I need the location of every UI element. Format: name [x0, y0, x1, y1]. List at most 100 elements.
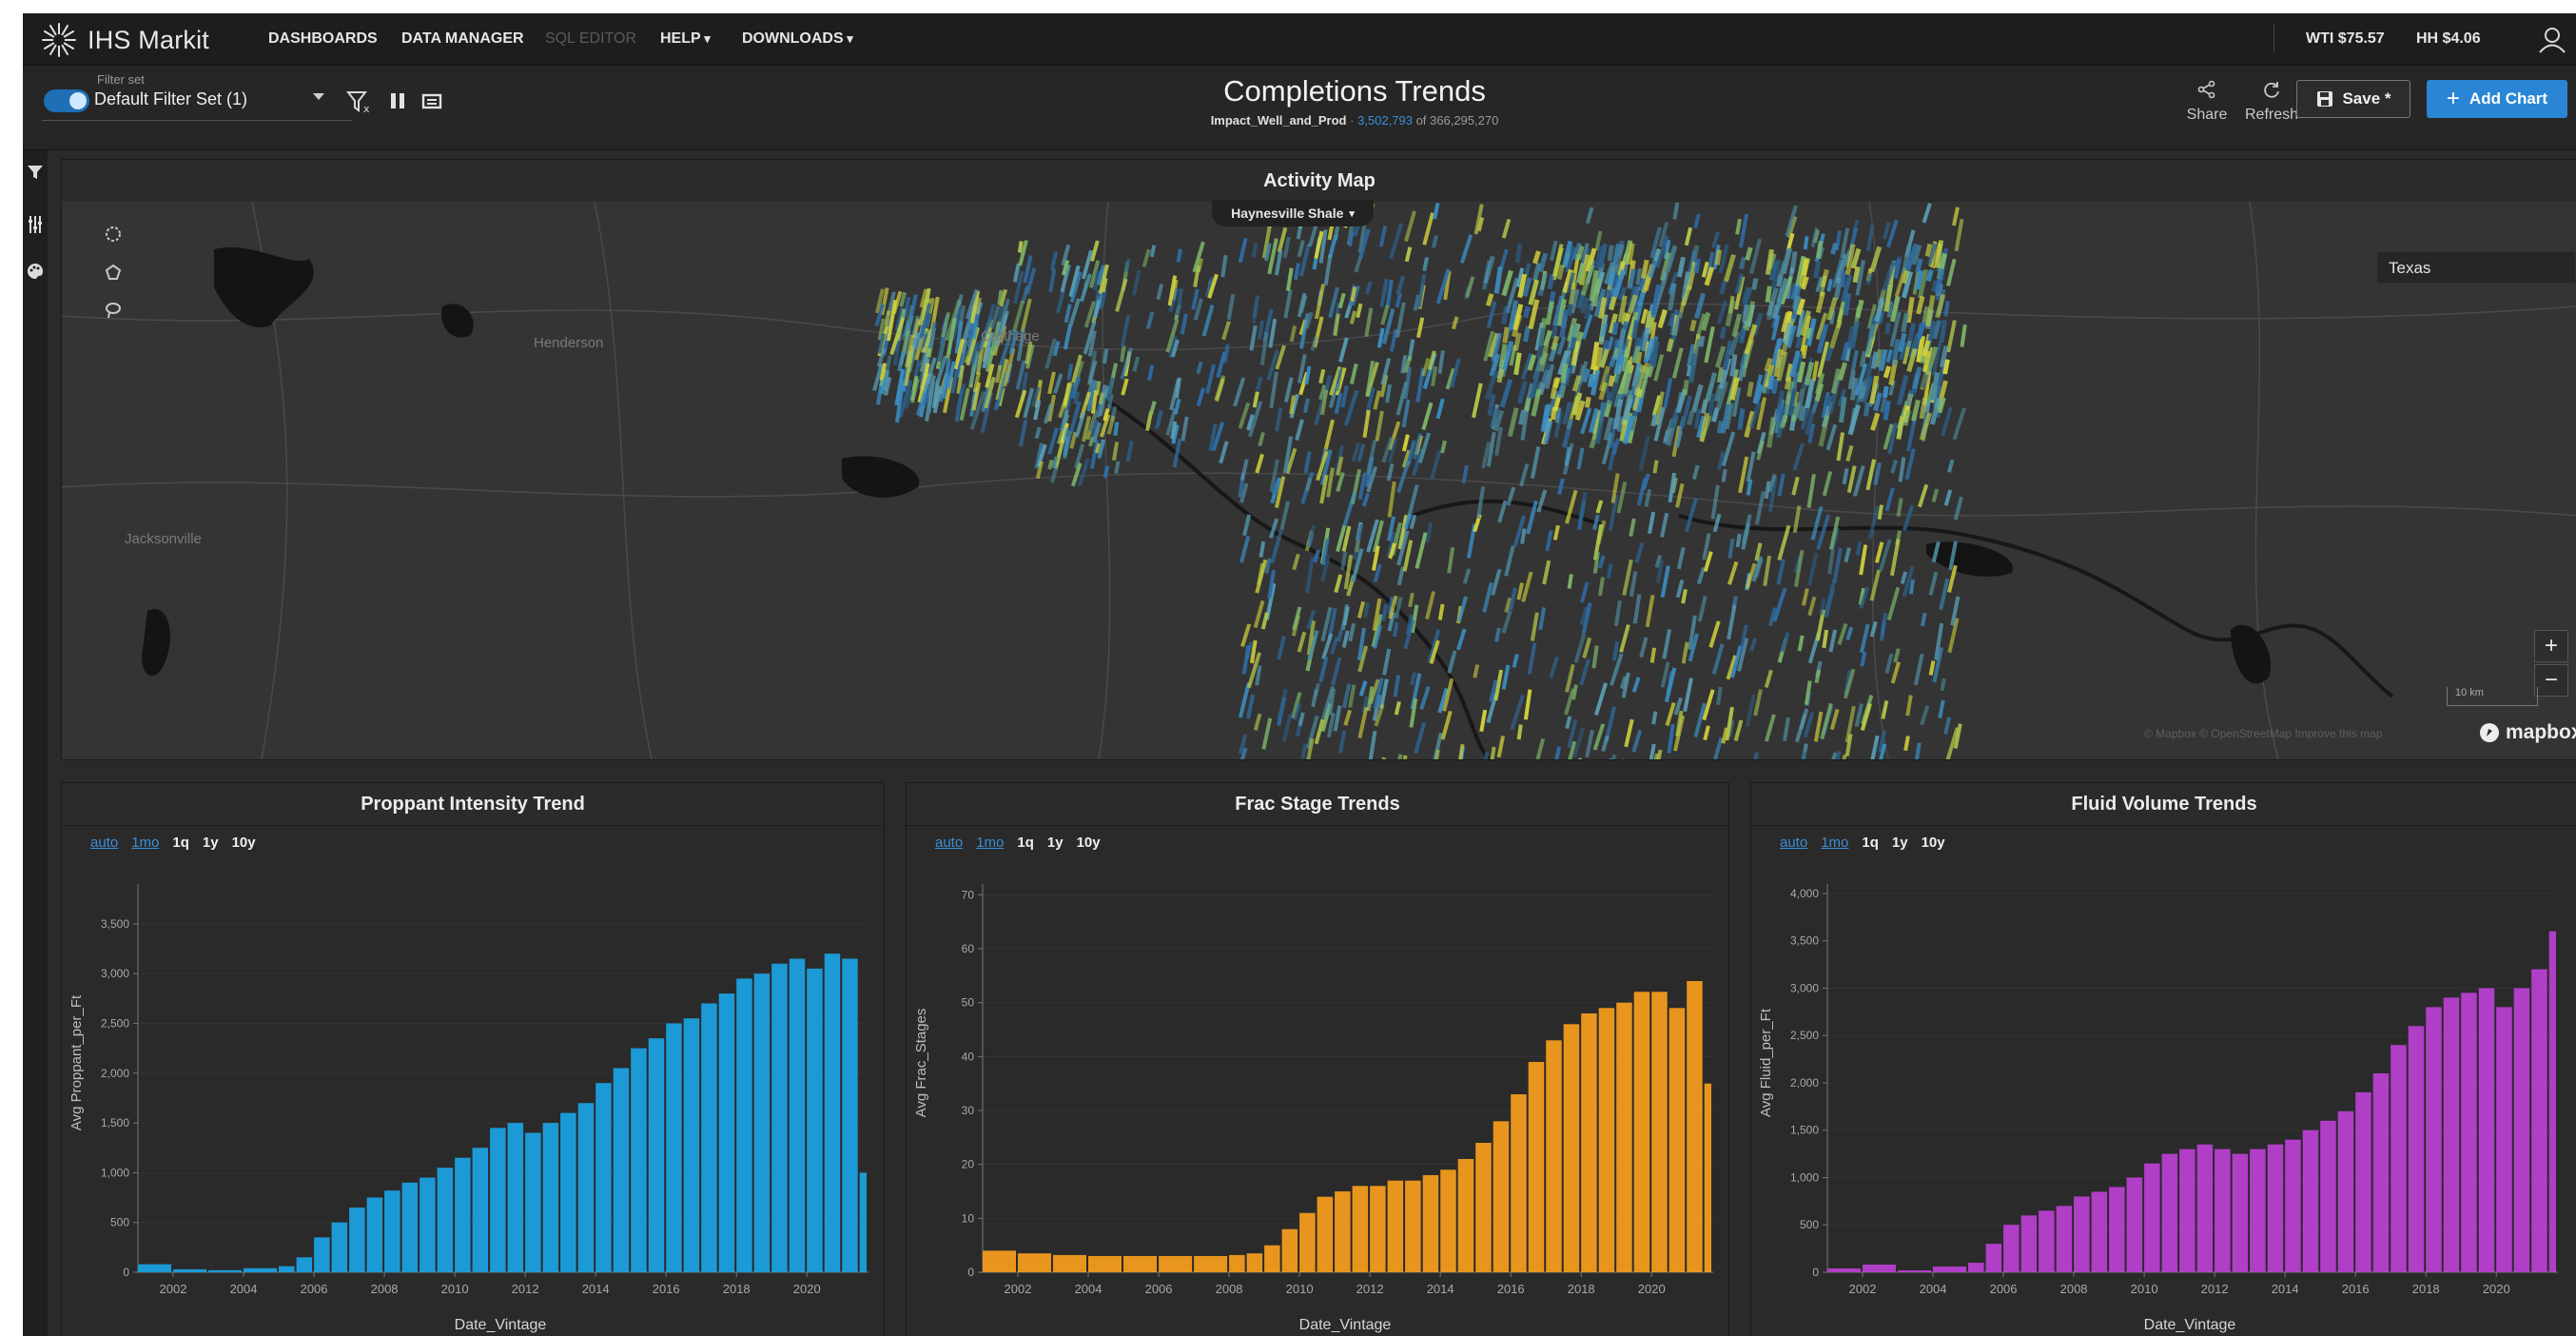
proppant-bar[interactable] — [718, 993, 735, 1272]
mapbox-logo[interactable]: mapbox — [2479, 721, 2576, 744]
frac-bar-chart[interactable]: Avg Frac_Stages Date_Vintage 0 10 20 30 40 50… — [907, 825, 1728, 1336]
fluid-bar[interactable] — [2267, 1144, 2284, 1272]
fluid-bar[interactable] — [1863, 1265, 1896, 1272]
frac-bar[interactable] — [1264, 1245, 1280, 1272]
fluid-bar-chart[interactable]: Avg Fluid_per_Ft Date_Vintage 0 500 1,000 1… — [1751, 825, 2573, 1336]
fluid-bar[interactable] — [2196, 1144, 2214, 1272]
proppant-bar[interactable] — [314, 1237, 330, 1272]
activity-map[interactable] — [62, 202, 2576, 759]
fluid-bar[interactable] — [2056, 1206, 2073, 1272]
fluid-bar[interactable] — [2372, 1073, 2390, 1272]
frac-bar[interactable] — [1563, 1024, 1580, 1272]
frac-bar[interactable] — [1281, 1228, 1298, 1272]
fluid-bar[interactable] — [2531, 969, 2547, 1272]
proppant-bar[interactable] — [560, 1112, 576, 1272]
fluid-bar[interactable] — [2426, 1007, 2442, 1272]
fluid-bar[interactable] — [2461, 992, 2477, 1272]
frac-bar[interactable] — [1088, 1256, 1122, 1272]
fluid-bar[interactable] — [2302, 1130, 2319, 1272]
share-button[interactable]: Share — [2178, 80, 2235, 124]
frac-bar[interactable] — [1299, 1212, 1316, 1272]
sliders-icon[interactable] — [26, 215, 45, 234]
fluid-bar[interactable] — [2391, 1045, 2407, 1272]
filter-icon[interactable] — [26, 164, 45, 183]
proppant-bar[interactable] — [683, 1018, 700, 1272]
proppant-bar[interactable] — [420, 1177, 436, 1272]
user-account-icon[interactable] — [2538, 27, 2566, 58]
nav-data-manager[interactable]: DATA MANAGER — [401, 13, 524, 65]
fluid-bar[interactable] — [2109, 1187, 2125, 1272]
proppant-bar[interactable] — [542, 1123, 559, 1272]
frac-bar[interactable] — [1422, 1175, 1439, 1272]
fluid-bar[interactable] — [2285, 1139, 2301, 1272]
proppant-bar[interactable] — [244, 1267, 277, 1272]
frac-bar[interactable] — [1616, 1002, 1632, 1272]
filter-set-toggle[interactable] — [44, 89, 89, 112]
clear-filter-icon[interactable]: x — [345, 89, 373, 120]
fluid-bar[interactable] — [2232, 1153, 2249, 1272]
proppant-bar[interactable] — [138, 1264, 171, 1272]
proppant-bar[interactable] — [366, 1197, 383, 1273]
proppant-bar[interactable] — [331, 1222, 348, 1272]
proppant-bar[interactable] — [208, 1269, 242, 1272]
frac-bar[interactable] — [1370, 1186, 1386, 1272]
frac-bar[interactable] — [1704, 1083, 1711, 1272]
dataset-name[interactable]: Impact_Well_and_Prod — [1211, 113, 1347, 128]
proppant-bar[interactable] — [807, 968, 823, 1272]
polygon-draw-icon[interactable] — [103, 263, 124, 284]
add-chart-button[interactable]: + Add Chart — [2427, 80, 2567, 118]
map-location-search[interactable]: Texas — [2376, 251, 2576, 284]
proppant-bar[interactable] — [401, 1182, 419, 1272]
frac-bar[interactable] — [1053, 1254, 1086, 1272]
frac-bar[interactable] — [1493, 1121, 1510, 1272]
frac-bar[interactable] — [1405, 1180, 1421, 1272]
proppant-bar[interactable] — [789, 958, 806, 1273]
fluid-bar[interactable] — [2126, 1177, 2143, 1273]
fluid-bar[interactable] — [2478, 988, 2495, 1273]
proppant-bar[interactable] — [472, 1148, 489, 1272]
nav-help-menu[interactable]: HELP — [660, 13, 711, 65]
frac-bar[interactable] — [1457, 1159, 1474, 1272]
comment-icon[interactable] — [420, 89, 443, 118]
chevron-down-icon[interactable] — [313, 93, 324, 100]
proppant-bar[interactable] — [296, 1257, 313, 1272]
proppant-bar[interactable] — [824, 953, 841, 1272]
fluid-bar[interactable] — [2320, 1120, 2336, 1272]
frac-bar[interactable] — [1335, 1191, 1351, 1272]
fluid-bar[interactable] — [2179, 1149, 2195, 1272]
proppant-bar[interactable] — [577, 1103, 595, 1272]
save-button[interactable]: Save * — [2296, 80, 2410, 118]
fluid-bar[interactable] — [2020, 1215, 2038, 1272]
circle-draw-icon[interactable] — [103, 225, 124, 246]
frac-bar[interactable] — [1123, 1256, 1157, 1272]
frac-bar[interactable] — [983, 1250, 1016, 1272]
proppant-bar[interactable] — [631, 1048, 647, 1272]
proppant-bar[interactable] — [613, 1068, 630, 1273]
frac-bar[interactable] — [1440, 1169, 1456, 1272]
frac-bar[interactable] — [1546, 1040, 1562, 1272]
proppant-bar[interactable] — [648, 1038, 665, 1272]
fluid-bar[interactable] — [2039, 1210, 2055, 1272]
pause-icon[interactable] — [388, 89, 407, 118]
nav-downloads-menu[interactable]: DOWNLOADS — [742, 13, 853, 65]
proppant-bar[interactable] — [753, 973, 771, 1272]
fluid-bar[interactable] — [2003, 1225, 2020, 1272]
fluid-bar[interactable] — [1933, 1267, 1966, 1272]
proppant-bar[interactable] — [349, 1208, 365, 1272]
proppant-bar[interactable] — [525, 1132, 541, 1273]
nav-sql-editor[interactable]: SQL EDITOR — [545, 13, 636, 65]
proppant-bar[interactable] — [455, 1157, 471, 1272]
frac-bar[interactable] — [1018, 1253, 1051, 1272]
frac-bar[interactable] — [1687, 981, 1703, 1272]
fluid-bar[interactable] — [2074, 1196, 2090, 1272]
frac-bar[interactable] — [1669, 1008, 1686, 1272]
lasso-draw-icon[interactable] — [103, 301, 124, 322]
fluid-bar[interactable] — [2091, 1191, 2108, 1272]
frac-bar[interactable] — [1352, 1186, 1369, 1272]
zoom-in-button[interactable]: + — [2534, 630, 2568, 662]
fluid-bar[interactable] — [2215, 1149, 2231, 1272]
fluid-bar[interactable] — [1827, 1268, 1861, 1272]
frac-bar[interactable] — [1317, 1196, 1334, 1272]
proppant-bar[interactable] — [736, 978, 752, 1272]
frac-bar[interactable] — [1194, 1256, 1228, 1272]
